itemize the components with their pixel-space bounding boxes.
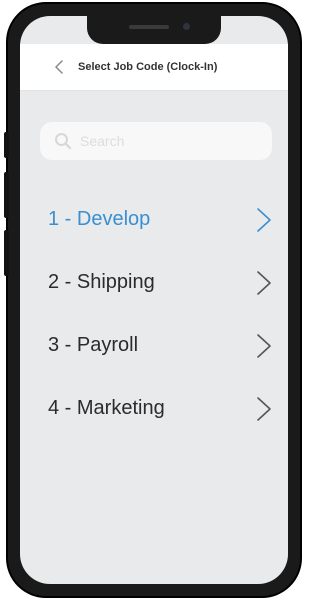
job-code-label: 2 - Shipping <box>48 271 155 293</box>
job-code-item[interactable]: 4 - Marketing <box>20 377 288 440</box>
job-code-list: 1 - Develop 2 - Shipping 3 - Payroll 4 - Ma… <box>20 188 288 440</box>
job-code-item[interactable]: 3 - Payroll <box>20 314 288 377</box>
volume-up-button <box>4 172 9 218</box>
chevron-right-icon <box>257 333 271 358</box>
job-code-item[interactable]: 2 - Shipping <box>20 251 288 314</box>
app-header: Select Job Code (Clock-In) <box>20 44 288 91</box>
volume-down-button <box>4 230 9 276</box>
job-code-label: 4 - Marketing <box>48 397 165 419</box>
job-code-label: 3 - Payroll <box>48 334 139 356</box>
notch <box>87 16 221 44</box>
mute-switch <box>4 132 9 158</box>
front-camera <box>183 23 190 30</box>
phone-frame: Select Job Code (Clock-In) 1 - Develop 2 … <box>4 2 302 598</box>
back-button[interactable] <box>48 56 70 78</box>
page-title: Select Job Code (Clock-In) <box>78 61 218 73</box>
search-input[interactable] <box>78 132 262 150</box>
speaker-grille <box>129 25 169 29</box>
chevron-right-icon <box>257 207 271 232</box>
chevron-left-icon <box>55 60 63 74</box>
job-code-label: 1 - Develop <box>48 208 151 230</box>
chevron-right-icon <box>257 270 271 295</box>
job-code-item[interactable]: 1 - Develop <box>20 188 288 251</box>
chevron-right-icon <box>257 396 271 421</box>
search-bar[interactable] <box>40 122 272 160</box>
phone-screen: Select Job Code (Clock-In) 1 - Develop 2 … <box>20 16 288 584</box>
search-icon <box>52 130 74 152</box>
